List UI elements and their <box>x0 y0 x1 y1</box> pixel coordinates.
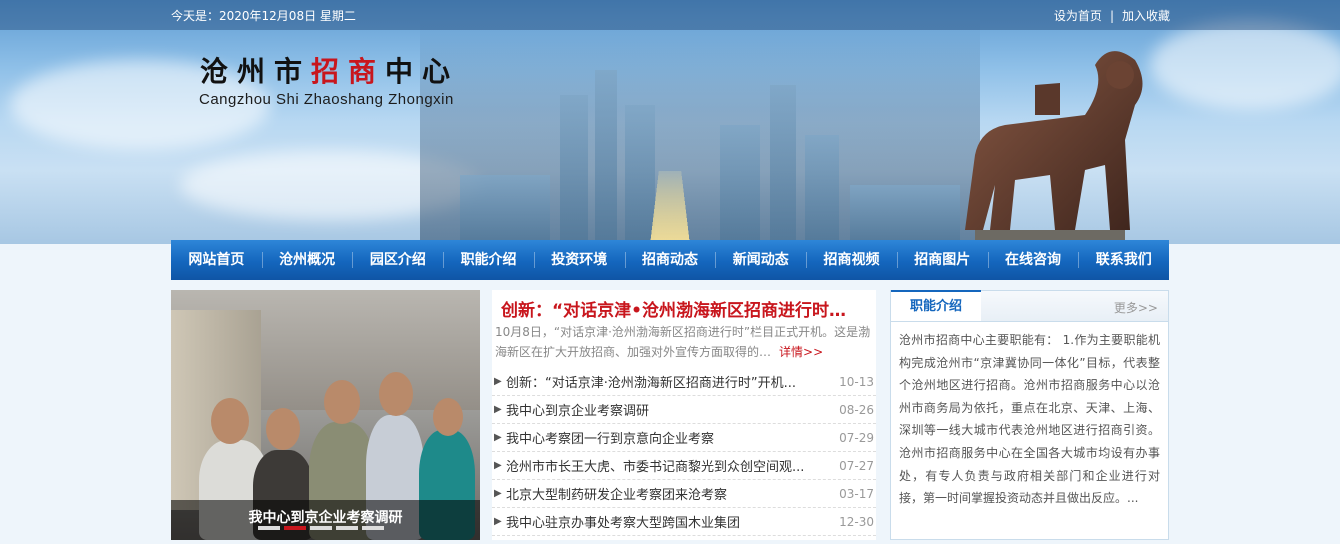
nav-item-environment[interactable]: 投资环境 <box>533 240 625 280</box>
detail-link[interactable]: 详情>> <box>779 345 823 359</box>
news-row[interactable]: ▶ 我中心驻京办事处考察大型跨国木业集团 12-30 <box>492 508 876 536</box>
slider-caption[interactable]: 我中心到京企业考察调研 <box>171 500 480 540</box>
top-links: 设为首页 | 加入收藏 <box>1054 7 1170 24</box>
slider-dot-active[interactable] <box>284 526 306 530</box>
bullet-icon: ▶ <box>494 376 502 387</box>
panel-header: 职能介绍 更多>> <box>891 290 1168 322</box>
nav-item-investment-news[interactable]: 招商动态 <box>624 240 716 280</box>
nav-item-images[interactable]: 招商图片 <box>896 240 988 280</box>
news-row[interactable]: ▶ 沧州市市长王大虎、市委书记商黎光到众创空间观... 07-27 <box>492 452 876 480</box>
news-row[interactable]: ▶ 创新：“对话京津·沧州渤海新区招商进行时”开机... 10-13 <box>492 368 876 396</box>
headline-title[interactable]: 创新：“对话京津•沧州渤海新区招商进行时… <box>501 296 869 321</box>
news-date: 10-13 <box>839 374 874 389</box>
news-section: 创新：“对话京津•沧州渤海新区招商进行时… 10月8日，“对话京津·沧州渤海新区… <box>492 290 876 540</box>
bullet-icon: ▶ <box>494 404 502 415</box>
set-homepage-link[interactable]: 设为首页 <box>1054 9 1102 23</box>
person-head <box>211 398 249 444</box>
news-date: 03-17 <box>839 486 874 501</box>
news-date: 12-30 <box>839 514 874 529</box>
site-logo-title[interactable]: 沧州市招商中心 <box>200 50 459 90</box>
person-head <box>379 372 413 416</box>
bullet-icon: ▶ <box>494 460 502 471</box>
current-date: 今天是：2020年12月08日 星期二 <box>171 9 356 23</box>
site-logo-pinyin: Cangzhou Shi Zhaoshang Zhongxin <box>199 91 454 108</box>
add-favorite-link[interactable]: 加入收藏 <box>1122 9 1170 23</box>
bullet-icon: ▶ <box>494 432 502 443</box>
bullet-icon: ▶ <box>494 516 502 527</box>
functions-panel: 职能介绍 更多>> 沧州市招商中心主要职能有： 1.作为主要职能机构完成沧州市“… <box>890 290 1169 540</box>
main-navigation: 网站首页 沧州概况 园区介绍 职能介绍 投资环境 招商动态 新闻动态 招商视频 … <box>171 240 1169 280</box>
iron-lion-statue-image <box>965 51 1143 244</box>
slider-dot[interactable] <box>258 526 280 530</box>
news-title[interactable]: 北京大型制药研发企业考察团来沧考察 <box>504 484 830 503</box>
news-list: ▶ 创新：“对话京津·沧州渤海新区招商进行时”开机... 10-13 ▶ 我中心… <box>492 368 876 536</box>
logo-text-part2: 中心 <box>385 55 460 88</box>
city-skyline-image <box>420 20 980 244</box>
nav-item-videos[interactable]: 招商视频 <box>806 240 897 280</box>
bullet-icon: ▶ <box>494 488 502 499</box>
person-head <box>324 380 360 424</box>
news-date: 07-29 <box>839 430 874 445</box>
person-head <box>266 408 300 450</box>
news-date: 08-26 <box>839 402 874 417</box>
news-title[interactable]: 沧州市市长王大虎、市委书记商黎光到众创空间观... <box>504 456 830 475</box>
more-link[interactable]: 更多>> <box>1114 299 1158 316</box>
logo-text-highlight: 招商 <box>311 55 386 88</box>
header-banner: 今天是：2020年12月08日 星期二 设为首页 | 加入收藏 沧州市招商中心 Ca… <box>0 0 1340 244</box>
news-date: 07-27 <box>839 458 874 473</box>
cloud-decoration <box>1150 20 1340 110</box>
nav-item-functions[interactable]: 职能介绍 <box>443 240 534 280</box>
news-title[interactable]: 创新：“对话京津·沧州渤海新区招商进行时”开机... <box>504 372 830 391</box>
news-row[interactable]: ▶ 北京大型制药研发企业考察团来沧考察 03-17 <box>492 480 876 508</box>
headline-summary: 10月8日，“对话京津·沧州渤海新区招商进行时”栏目正式开机。这是渤海新区在扩大… <box>495 322 873 362</box>
nav-item-overview[interactable]: 沧州概况 <box>261 240 353 280</box>
nav-item-contact[interactable]: 联系我们 <box>1078 240 1169 280</box>
panel-body-text: 沧州市招商中心主要职能有： 1.作为主要职能机构完成沧州市“京津冀协同一体化”目… <box>899 333 1160 506</box>
slider-dot[interactable] <box>310 526 332 530</box>
nav-item-consult[interactable]: 在线咨询 <box>987 240 1079 280</box>
nav-item-news[interactable]: 新闻动态 <box>715 240 806 280</box>
nav-item-home[interactable]: 网站首页 <box>171 240 262 280</box>
photo-slider[interactable]: 我中心到京企业考察调研 <box>171 290 480 540</box>
logo-text-part1: 沧州市 <box>200 55 312 88</box>
news-title[interactable]: 我中心驻京办事处考察大型跨国木业集团 <box>504 512 830 531</box>
slider-dot[interactable] <box>336 526 358 530</box>
person-head <box>433 398 463 436</box>
slider-dot[interactable] <box>362 526 384 530</box>
slider-pagination <box>258 526 384 530</box>
nav-item-parks[interactable]: 园区介绍 <box>352 240 443 280</box>
news-title[interactable]: 我中心到京企业考察调研 <box>504 400 830 419</box>
news-row[interactable]: ▶ 我中心考察团一行到京意向企业考察 07-29 <box>492 424 876 452</box>
top-links-separator: | <box>1109 9 1114 23</box>
tab-functions[interactable]: 职能介绍 <box>891 290 981 321</box>
news-row[interactable]: ▶ 我中心到京企业考察调研 08-26 <box>492 396 876 424</box>
news-title[interactable]: 我中心考察团一行到京意向企业考察 <box>504 428 830 447</box>
